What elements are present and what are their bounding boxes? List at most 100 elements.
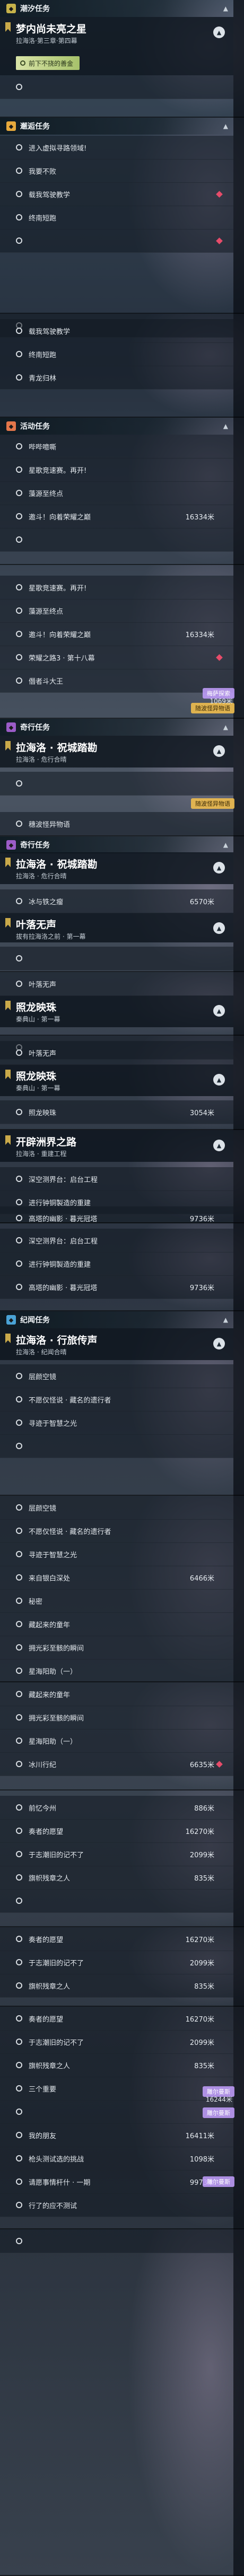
quest-step-row[interactable]: 荣耀之路3 · 第十八幕 [0, 646, 233, 669]
quest-step-row[interactable]: 进行钟铜製造的重建 [0, 1252, 233, 1276]
quest-step-row[interactable]: 行了的应不测试 [0, 2193, 233, 2217]
quest-step-row[interactable] [0, 1434, 233, 1458]
quest-step-row[interactable]: 高塔的幽影 · 暮光冠塔 9736米 [0, 1275, 233, 1299]
quest-step-row[interactable]: 不愿仅怪说 · 藏名的遗行者 [0, 1519, 233, 1543]
quest-step-row[interactable]: 终南短跑 [0, 342, 233, 366]
event-badge[interactable]: 雕尔曼斯 [203, 2107, 234, 2118]
collapse-chevron-icon[interactable]: ▲ [213, 745, 225, 757]
quest-step-row[interactable]: 寻迹于智慧之光 [0, 1542, 233, 1566]
collapse-chevron-icon[interactable]: ▲ [213, 1140, 225, 1151]
quest-step-row[interactable]: 旗帜残章之人 835米 [0, 1866, 233, 1890]
quest-step-row[interactable]: 不愿仅怪说 · 藏名的遗行者 [0, 1388, 233, 1411]
quest-step-row[interactable] [0, 2100, 233, 2124]
quest-step-row[interactable] [0, 528, 233, 552]
quest-step-row[interactable]: 于志潮旧的记不了 2099米 [0, 2030, 233, 2054]
quest-category-header[interactable]: ◆ 活动任务 ▲ [0, 418, 233, 435]
quest-step-row[interactable]: 于志潮旧的记不了 2099米 [0, 1951, 233, 1974]
quest-step-row[interactable]: 星海阳助（一） [0, 1729, 233, 1753]
quest-chapter-card[interactable]: 照龙映珠 秦典山 · 第一幕 ▲ [0, 995, 233, 1027]
quest-step-row[interactable]: 藻源至终点 [0, 481, 233, 505]
quest-category-header[interactable]: ◆ 邂逅任务 ▲ [0, 118, 233, 135]
collapse-chevron-icon[interactable]: ▲ [213, 1338, 225, 1349]
quest-step-row[interactable]: 奏者的愿望 16270米 [0, 1927, 233, 1951]
quest-step-row[interactable]: 哔哔噫嘶 [0, 435, 233, 458]
quest-chapter-card[interactable]: 叶落无声 拔有拉海洛之前 · 第一幕 ▲ [0, 913, 233, 942]
quest-step-row[interactable]: 冰川行纪 6635米 [0, 1752, 233, 1776]
collapse-chevron-icon[interactable]: ▲ [213, 862, 225, 874]
collapse-arrow-icon[interactable]: ▲ [223, 122, 228, 130]
quest-step-row[interactable]: 拥光彩至骸的瞬间 [0, 1706, 233, 1730]
quest-step-row[interactable]: 叶落无声 [0, 1041, 233, 1065]
event-badge[interactable]: 随波怪异物语 [191, 798, 234, 809]
quest-step-row[interactable]: 层颜空镜 [0, 1496, 233, 1520]
collapse-arrow-icon[interactable]: ▲ [223, 5, 228, 12]
quest-step-row[interactable]: 星歌竞速赛。再开! [0, 576, 233, 599]
quest-step-row[interactable]: 请愿事情杆什 · 一期 9973米 [0, 2170, 233, 2194]
quest-step-row[interactable]: 奏者的愿望 16270米 [0, 1819, 233, 1843]
collapse-arrow-icon[interactable]: ▲ [223, 841, 228, 849]
quest-step-row[interactable]: 冰与铁之瘤 6570米 [0, 889, 233, 913]
quest-step-row[interactable] [0, 772, 233, 796]
quest-step-row[interactable]: 奏者的愿望 16270米 [0, 2007, 233, 2031]
quest-step-row[interactable]: 前忆今州 886米 [0, 1796, 233, 1820]
quest-chapter-card[interactable]: 照龙映珠 秦典山 · 第一幕 ▲ [0, 1064, 233, 1096]
distance-readout: 16270米 [185, 1828, 214, 1836]
quest-step-row[interactable]: 载我驾驶教学 [0, 182, 233, 206]
quest-step-row[interactable] [0, 947, 233, 971]
collapse-arrow-icon[interactable]: ▲ [223, 724, 228, 731]
quest-step-row[interactable]: 穗波怪异物语 [0, 812, 233, 836]
quest-step-row[interactable] [0, 75, 233, 99]
active-step-pill[interactable]: 前下不挠的善金 [16, 56, 80, 70]
quest-step-row[interactable]: 邀斗！向着荣耀之巅 16334米 [0, 622, 233, 646]
quest-step-row[interactable]: 我要不败 [0, 159, 233, 183]
quest-step-row[interactable] [0, 2229, 233, 2253]
quest-step-row[interactable]: 于志潮旧的记不了 2099米 [0, 1842, 233, 1866]
quest-step-row[interactable]: 深空测界台：启台工程 [0, 1167, 233, 1191]
quest-step-row[interactable]: 藏起来的童年 [0, 1682, 233, 1706]
quest-step-row[interactable]: 高塔的幽影 · 暮光冠塔 9736米 [0, 1206, 233, 1223]
quest-step-row[interactable] [0, 229, 233, 253]
quest-step-row[interactable]: 邀斗！向着荣耀之巅 16334米 [0, 505, 233, 528]
quest-chapter-card[interactable]: 开辟洲界之路 拉海洛 · 重建工程 ▲ [0, 1130, 233, 1162]
quest-step-row[interactable]: 我的朋友 16411米 [0, 2123, 233, 2147]
quest-step-row[interactable] [0, 1889, 233, 1913]
quest-step-row[interactable]: 寻迹于智慧之光 [0, 1411, 233, 1435]
quest-step-row[interactable]: 照龙映珠 3054米 [0, 1100, 233, 1124]
quest-step-row[interactable]: 拥光彩至骸的瞬间 [0, 1636, 233, 1660]
quest-step-row[interactable]: 进入虚拟寻路领域! [0, 136, 233, 160]
collapse-chevron-icon[interactable]: ▲ [213, 922, 225, 934]
quest-category-header[interactable]: ◆ 纪闻任务 ▲ [0, 1311, 233, 1328]
quest-chapter-card[interactable]: 拉海洛 · 祝城踏勘 拉海洛 · 危行合晴 ▲ [0, 852, 233, 884]
quest-step-row[interactable]: 星歌竞速赛。再开! [0, 458, 233, 482]
quest-step-row[interactable]: 来自银白深处 6466米 [0, 1566, 233, 1590]
collapse-arrow-icon[interactable]: ▲ [223, 422, 228, 430]
quest-step-row[interactable]: 藻源至终点 [0, 599, 233, 623]
quest-category-header[interactable]: ◆ 奇行任务 ▲ [0, 719, 233, 736]
quest-step-row[interactable]: 层颜空镜 [0, 1364, 233, 1388]
quest-step-row[interactable]: 星海阳助（一） [0, 1659, 233, 1682]
step-text: 于志潮旧的记不了 [29, 1851, 84, 1859]
quest-step-row[interactable]: 载我驾驶教学 [0, 319, 233, 343]
collapse-chevron-icon[interactable]: ▲ [213, 1005, 225, 1017]
quest-step-row[interactable]: 秘密 [0, 1589, 233, 1613]
quest-step-row[interactable]: 僭者斗大王 [0, 669, 233, 693]
quest-step-row[interactable]: 旗帜残章之人 835米 [0, 2053, 233, 2077]
collapse-arrow-icon[interactable]: ▲ [223, 1316, 228, 1324]
quest-step-row[interactable]: 深空测界台：启台工程 [0, 1229, 233, 1252]
quest-category-header[interactable]: ◆ 奇行任务 ▲ [0, 836, 233, 853]
quest-step-row[interactable]: 终南短跑 [0, 206, 233, 230]
quest-step-row[interactable]: 三个重要 [0, 2077, 233, 2101]
quest-step-row[interactable]: 旗帜残章之人 835米 [0, 1974, 233, 1998]
quest-category-header[interactable]: ◆ 潮汐任务 ▲ [0, 0, 233, 17]
quest-step-row[interactable]: 叶落无声 [0, 972, 233, 996]
quest-chapter-card[interactable]: 拉海洛 · 行旅传声 拉海洛 · 纪闻合晴 ▲ [0, 1328, 233, 1360]
quest-chapter-card[interactable]: 拉海洛 · 祝城踏勘 拉海洛 · 危行合晴 ▲ [0, 736, 233, 767]
quest-step-row[interactable]: 枪头测试选的挑战 1098米 [0, 2147, 233, 2171]
quest-step-row[interactable]: 藏起来的童年 [0, 1612, 233, 1636]
collapse-chevron-icon[interactable]: ▲ [213, 1074, 225, 1086]
event-badge[interactable]: 雕尔曼斯 [203, 2176, 234, 2187]
quest-chapter-card[interactable]: 梦内尚未亮之星 拉海洛·第三章·第四幕 ▲ 前下不挠的善金 [0, 17, 233, 75]
collapse-chevron-icon[interactable]: ▲ [213, 27, 225, 38]
step-ring-icon [16, 654, 22, 660]
quest-step-row[interactable]: 青龙归林 [0, 366, 233, 390]
